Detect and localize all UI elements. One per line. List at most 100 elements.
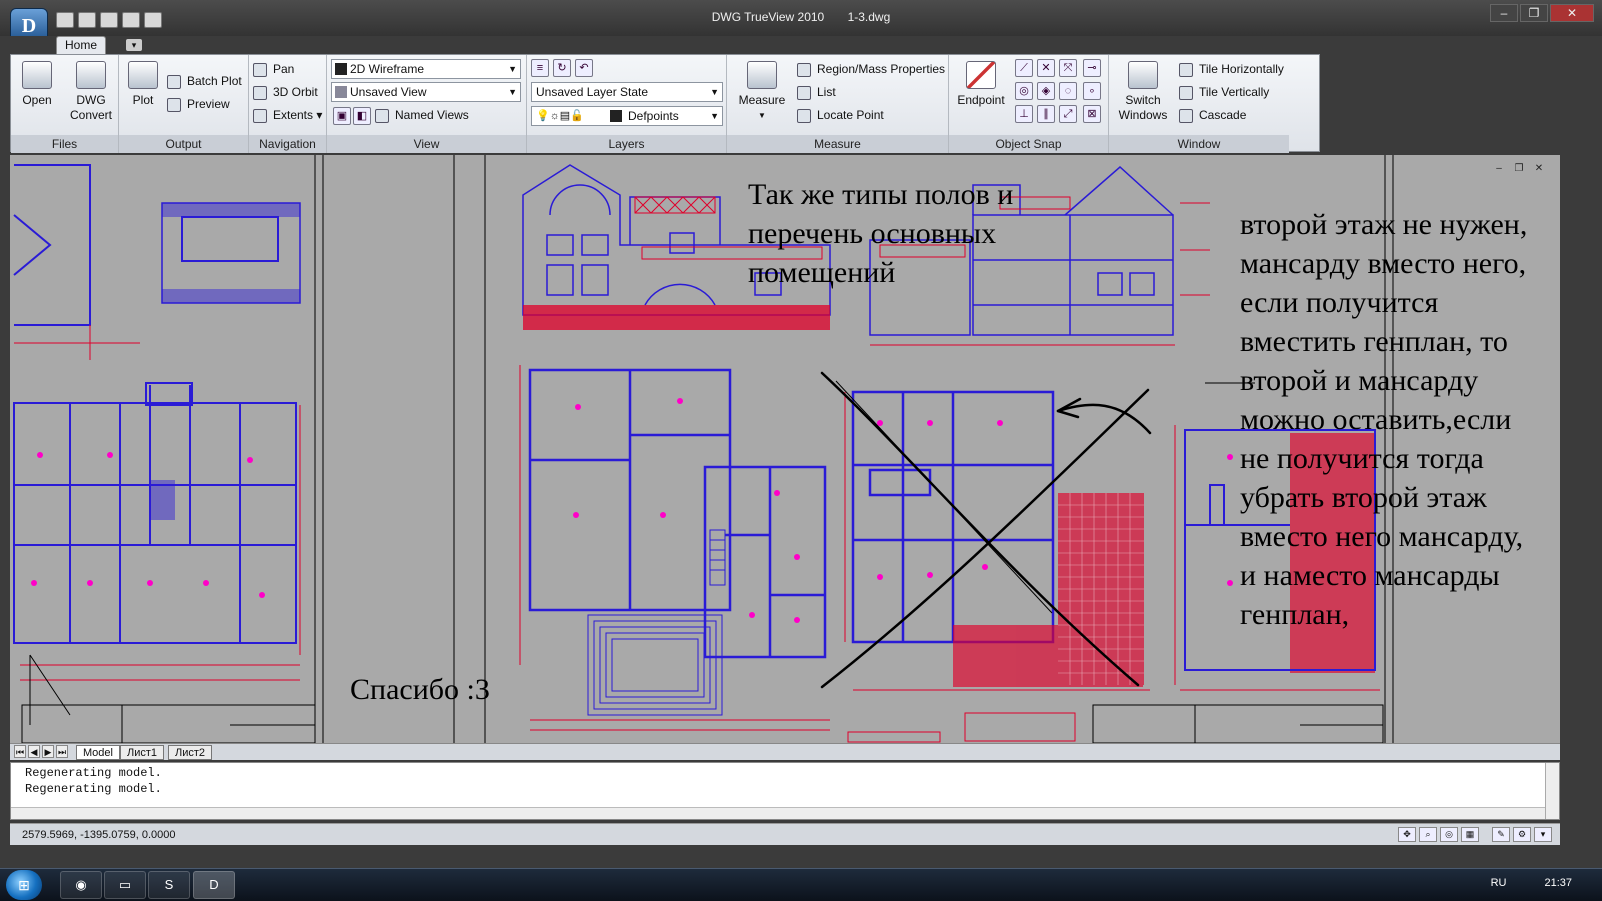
pan-status-icon[interactable]: ✥ — [1398, 827, 1416, 842]
snap-perpendicular-icon[interactable]: ⊥ — [1015, 105, 1033, 123]
layout-tab-list1[interactable]: Лист1 — [120, 745, 165, 760]
preview-button[interactable]: Preview — [167, 94, 230, 114]
layer-state-dropdown[interactable]: Unsaved Layer State ▼ — [531, 82, 723, 102]
switch-windows-label-2: Windows — [1118, 108, 1168, 122]
window-controls: – ❐ ✕ — [1488, 4, 1594, 22]
app-name: DWG TrueView 2010 — [711, 10, 825, 24]
locate-point-button[interactable]: Locate Point — [797, 105, 884, 125]
preview-icon — [167, 97, 181, 112]
snap-node-icon[interactable]: ∘ — [1083, 82, 1101, 100]
named-views-button[interactable]: Named Views — [375, 105, 469, 125]
first-layout-icon[interactable]: ⏮ — [14, 745, 26, 758]
layout-tab-model[interactable]: Model — [76, 745, 120, 760]
endpoint-button[interactable]: Endpoint — [953, 61, 1009, 108]
pan-button[interactable]: Pan — [253, 59, 294, 79]
dwg-convert-button[interactable]: DWG Convert — [67, 61, 115, 123]
snap-clear-icon[interactable]: ⊠ — [1083, 105, 1101, 123]
extents-label: Extents — [273, 108, 314, 122]
command-window[interactable]: Regenerating model. Regenerating model. — [10, 762, 1560, 820]
chevron-down-icon: ▼ — [508, 87, 517, 97]
drawing-canvas[interactable]: – ❐ ✕ Так же типы полов и перечень основ… — [10, 155, 1560, 743]
panel-title-output[interactable]: Output — [119, 135, 248, 153]
layer-match-icon[interactable]: ↻ — [553, 59, 571, 77]
layer-properties-icon[interactable]: ≡ — [531, 59, 549, 77]
tile-horizontally-button[interactable]: Tile Horizontally — [1179, 59, 1284, 79]
tab-home[interactable]: Home — [56, 36, 106, 54]
workspace-settings-icon[interactable]: ✎ — [1492, 827, 1510, 842]
tile-vertical-icon — [1179, 85, 1193, 100]
status-menu-icon[interactable]: ▾ — [1534, 827, 1552, 842]
layer-value: Defpoints — [628, 109, 679, 123]
region-mass-properties-button[interactable]: Region/Mass Properties — [797, 59, 945, 79]
skype-taskbar-icon[interactable]: S — [148, 871, 190, 899]
saved-view-dropdown[interactable]: Unsaved View ▼ — [331, 82, 521, 102]
dwg-convert-icon — [76, 61, 106, 89]
lightbulb-icon: 💡☼▤🔓 — [536, 110, 584, 122]
snap-midpoint-icon[interactable]: ⟋ — [1015, 59, 1033, 77]
prev-layout-icon[interactable]: ◀ — [28, 745, 40, 758]
cascade-button[interactable]: Cascade — [1179, 105, 1246, 125]
tile-horizontal-icon — [1179, 62, 1193, 77]
clock[interactable]: 21:37 — [1544, 877, 1572, 889]
list-button[interactable]: List — [797, 82, 836, 102]
pan-hand-icon — [253, 62, 267, 77]
next-layout-icon[interactable]: ▶ — [42, 745, 54, 758]
snap-apparent-intersection-icon[interactable]: ⤧ — [1059, 59, 1077, 77]
region-mass-icon — [797, 62, 811, 77]
note-right: второй этаж не нужен, мансарду вместо не… — [1240, 208, 1528, 631]
snap-tangent-icon[interactable]: ◌ — [1059, 82, 1077, 100]
extents-button[interactable]: Extents ▾ — [253, 105, 322, 125]
batch-plot-label: Batch Plot — [187, 74, 242, 88]
command-horizontal-scrollbar[interactable] — [11, 807, 1545, 819]
layer-dropdown[interactable]: 💡☼▤🔓 Defpoints ▼ — [531, 106, 723, 126]
view-box-icon[interactable]: ◧ — [353, 107, 371, 125]
start-button[interactable]: ⊞ — [6, 870, 42, 900]
dwg-convert-label-1: DWG — [76, 93, 106, 107]
ribbon-options-button[interactable]: ▾ — [126, 39, 142, 51]
chevron-down-icon: ▼ — [710, 111, 719, 121]
showmotion-icon[interactable]: ▦ — [1461, 827, 1479, 842]
3d-orbit-button[interactable]: 3D Orbit — [253, 82, 318, 102]
zoom-status-icon[interactable]: ⌕ — [1419, 827, 1437, 842]
dwg-trueview-taskbar-icon[interactable]: D — [193, 871, 235, 899]
command-vertical-scrollbar[interactable] — [1545, 763, 1559, 819]
tile-vertically-button[interactable]: Tile Vertically — [1179, 82, 1269, 102]
panel-navigation: Pan 3D Orbit Extents ▾ Navigation — [249, 55, 327, 153]
visual-style-icon — [335, 63, 347, 75]
computer-taskbar-icon[interactable]: ▭ — [104, 871, 146, 899]
minimize-button[interactable]: – — [1490, 4, 1518, 22]
view-icon — [335, 86, 347, 98]
window-title: DWG TrueView 2010 1-3.dwg — [0, 10, 1602, 24]
layer-previous-icon[interactable]: ↶ — [575, 59, 593, 77]
layout-nav-arrows: ⏮ ◀ ▶ ⏭ — [14, 745, 68, 758]
switch-windows-label-1: Switch — [1125, 93, 1161, 107]
open-button[interactable]: Open — [19, 61, 55, 108]
batch-plot-button[interactable]: Batch Plot — [167, 71, 242, 91]
snap-intersection-icon[interactable]: ✕ — [1037, 59, 1055, 77]
snap-quadrant-icon[interactable]: ◈ — [1037, 82, 1055, 100]
plot-button[interactable]: Plot — [125, 61, 161, 108]
language-indicator[interactable]: RU — [1491, 877, 1507, 889]
drawing-minimize-icon[interactable]: – — [1492, 163, 1506, 175]
view-cube-icon[interactable]: ▣ — [333, 107, 351, 125]
measure-button[interactable]: Measure ▼ — [735, 61, 789, 123]
snap-nearest-icon[interactable]: ⤢ — [1059, 105, 1077, 123]
layout-tab-list2[interactable]: Лист2 — [168, 745, 213, 760]
chrome-taskbar-icon[interactable]: ◉ — [60, 871, 102, 899]
note-top: Так же типы полов и перечень основных по… — [748, 178, 1014, 289]
maximize-button[interactable]: ❐ — [1520, 4, 1548, 22]
snap-center-icon[interactable]: ◎ — [1015, 82, 1033, 100]
app-window: D DWG TrueView 2010 1-3.dwg – ❐ ✕ Home ▾… — [0, 0, 1602, 868]
visual-style-dropdown[interactable]: 2D Wireframe ▼ — [331, 59, 521, 79]
snap-parallel-icon[interactable]: ∥ — [1037, 105, 1055, 123]
switch-windows-button[interactable]: Switch Windows — [1115, 61, 1171, 123]
toolbar-lock-icon[interactable]: ⚙ — [1513, 827, 1531, 842]
snap-extension-icon[interactable]: ⊸ — [1083, 59, 1101, 77]
drawing-restore-icon[interactable]: ❐ — [1512, 163, 1526, 175]
panel-title-layers: Layers — [527, 135, 726, 153]
drawing-close-icon[interactable]: ✕ — [1532, 163, 1546, 175]
close-button[interactable]: ✕ — [1550, 4, 1594, 22]
last-layout-icon[interactable]: ⏭ — [56, 745, 68, 758]
steering-wheel-icon[interactable]: ◎ — [1440, 827, 1458, 842]
layer-state-value: Unsaved Layer State — [536, 85, 649, 99]
